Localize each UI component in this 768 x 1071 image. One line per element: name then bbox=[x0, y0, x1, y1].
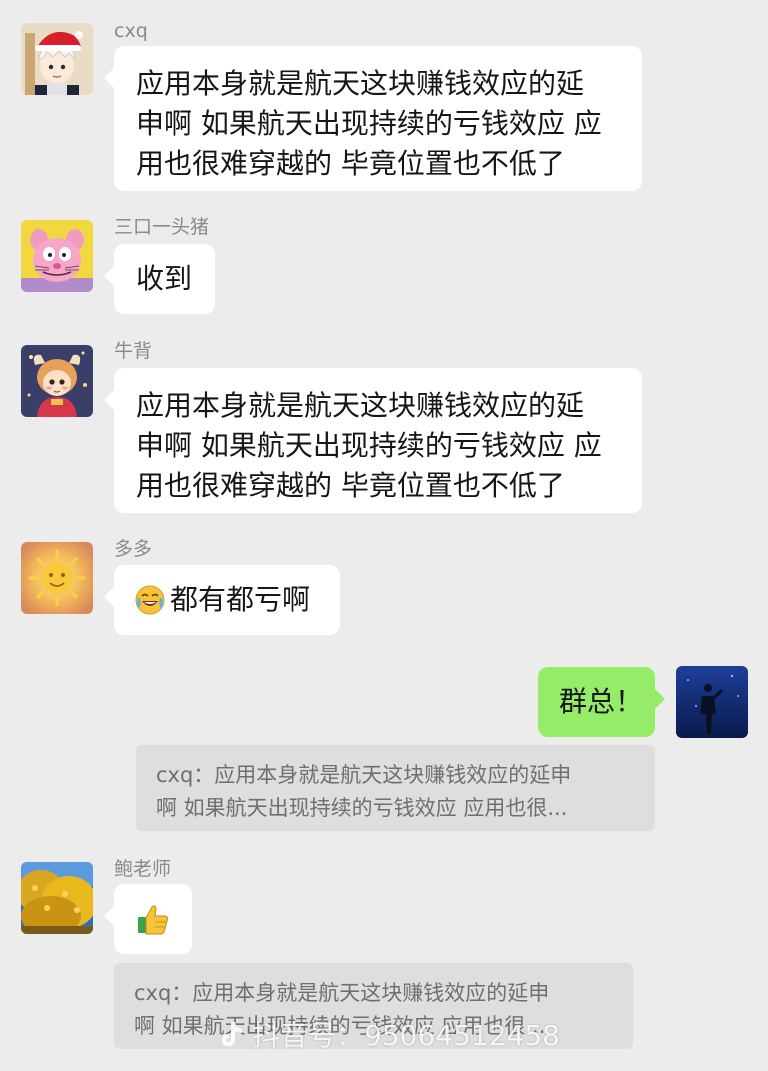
avatar-self[interactable] bbox=[676, 666, 748, 738]
my-message-bubble[interactable]: 群总！ bbox=[538, 667, 665, 737]
message-bubble[interactable]: 应用本身就是航天这块赚钱效应的延 申啊 如果航天出现持续的亏钱效应 应 用也很难… bbox=[104, 46, 642, 191]
avatar-bao-laoshi[interactable] bbox=[21, 862, 93, 934]
message-text-line: 用也很难穿越的 毕竟位置也不低了 bbox=[136, 147, 565, 180]
ox-girl-avatar bbox=[21, 345, 93, 417]
douyin-watermark: 抖音号：95064512458 bbox=[218, 1014, 560, 1054]
crying-laughing-face-emoji bbox=[134, 584, 166, 616]
quote-text-line: cxq：应用本身就是航天这块赚钱效应的延申 bbox=[156, 763, 572, 787]
night-silhouette-avatar bbox=[676, 666, 748, 738]
avatar-niubei[interactable] bbox=[21, 345, 93, 417]
ginkgo-tree-avatar bbox=[21, 862, 93, 934]
message-text-line: 申啊 如果航天出现持续的亏钱效应 应 bbox=[136, 107, 602, 140]
message-bubble[interactable]: 应用本身就是航天这块赚钱效应的延 申啊 如果航天出现持续的亏钱效应 应 用也很难… bbox=[104, 368, 642, 513]
avatar-duoduo[interactable] bbox=[21, 542, 93, 614]
anime-boy-santa-hat-avatar bbox=[21, 23, 93, 95]
message-text-line: 用也很难穿越的 毕竟位置也不低了 bbox=[136, 469, 565, 502]
quote-text-line: 啊 如果航天出现持续的亏钱效应 应用也很... bbox=[156, 796, 568, 820]
thumbs-up-emoji bbox=[135, 901, 171, 937]
message-text: 群总！ bbox=[559, 685, 644, 718]
message-text: 收到 bbox=[136, 262, 193, 295]
message-text: 都有都亏啊 bbox=[170, 583, 311, 616]
message-text-line: 应用本身就是航天这块赚钱效应的延 bbox=[136, 67, 585, 100]
message-bubble[interactable] bbox=[104, 884, 192, 954]
sender-name: 三口一头猪 bbox=[114, 216, 210, 238]
message-bubble[interactable]: 收到 bbox=[104, 244, 215, 314]
quote-text-line: cxq：应用本身就是航天这块赚钱效应的延申 bbox=[134, 981, 550, 1005]
quoted-message[interactable]: cxq：应用本身就是航天这块赚钱效应的延申 啊 如果航天出现持续的亏钱效应 应用… bbox=[136, 745, 655, 831]
avatar-cxq[interactable] bbox=[21, 23, 93, 95]
sender-name: 鲍老师 bbox=[114, 858, 172, 880]
message-text-line: 申啊 如果航天出现持续的亏钱效应 应 bbox=[136, 429, 602, 462]
avatar-sankou-yitouzhu[interactable] bbox=[21, 220, 93, 292]
sun-avatar bbox=[21, 542, 93, 614]
sender-name: 牛背 bbox=[114, 340, 153, 362]
douyin-logo-icon bbox=[218, 1020, 244, 1048]
sender-name: cxq bbox=[114, 20, 148, 42]
sender-name: 多多 bbox=[114, 538, 153, 560]
message-text-line: 应用本身就是航天这块赚钱效应的延 bbox=[136, 389, 585, 422]
watermark-text: 抖音号：95064512458 bbox=[252, 1019, 560, 1052]
message-bubble[interactable]: 都有都亏啊 bbox=[104, 565, 340, 635]
pink-panther-avatar bbox=[21, 220, 93, 292]
